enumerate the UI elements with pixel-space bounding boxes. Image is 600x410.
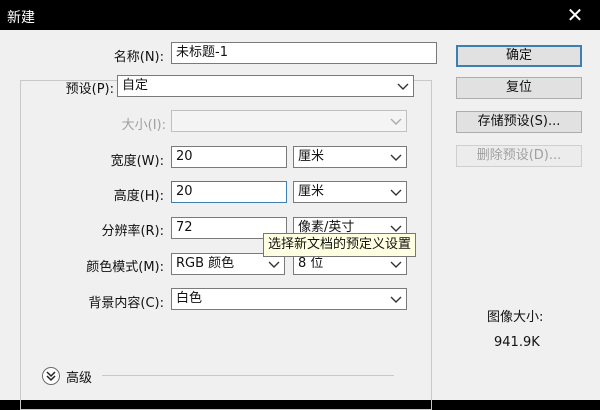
width-label: 宽度(W): bbox=[110, 154, 164, 169]
color-mode-value: RGB 颜色 bbox=[176, 256, 235, 271]
background-label: 背景内容(C): bbox=[88, 296, 164, 311]
ok-button[interactable]: 确定 bbox=[456, 45, 582, 67]
color-mode-label: 颜色模式(M): bbox=[86, 260, 164, 275]
resolution-label: 分辨率(R): bbox=[101, 224, 164, 239]
double-chevron-down-icon[interactable] bbox=[42, 367, 60, 385]
bit-depth-value: 8 位 bbox=[298, 256, 324, 271]
height-input[interactable]: 20 bbox=[171, 181, 287, 203]
title-bar: 新建 ✕ bbox=[0, 0, 600, 30]
height-unit-select[interactable]: 厘米 bbox=[293, 181, 407, 203]
chevron-down-icon bbox=[268, 258, 280, 270]
width-unit-select[interactable]: 厘米 bbox=[293, 146, 407, 168]
advanced-divider bbox=[102, 375, 394, 376]
name-label: 名称(N): bbox=[113, 50, 164, 65]
image-size-label: 图像大小: bbox=[487, 310, 544, 325]
delete-preset-button: 删除预设(D)... bbox=[456, 145, 582, 167]
size-select bbox=[171, 110, 407, 132]
chevron-down-icon bbox=[397, 80, 409, 92]
chevron-down-icon bbox=[390, 186, 402, 198]
reset-button[interactable]: 复位 bbox=[456, 77, 582, 99]
width-unit-value: 厘米 bbox=[298, 149, 325, 164]
chevron-down-icon bbox=[390, 258, 402, 270]
height-unit-value: 厘米 bbox=[298, 184, 325, 199]
background-value: 白色 bbox=[176, 291, 203, 306]
dialog-body: 名称(N): 未标题-1 预设(P): 自定 大小(I): 宽度(W): 20 … bbox=[0, 30, 600, 410]
background-select[interactable]: 白色 bbox=[171, 288, 407, 310]
save-preset-button[interactable]: 存储预设(S)... bbox=[456, 111, 582, 133]
window-title: 新建 bbox=[7, 10, 35, 26]
preset-select-value: 自定 bbox=[122, 78, 149, 93]
chevron-down-icon bbox=[390, 115, 402, 127]
preset-label: 预设(P): bbox=[65, 82, 114, 97]
chevron-down-icon bbox=[390, 293, 402, 305]
height-label: 高度(H): bbox=[113, 189, 164, 204]
size-label: 大小(I): bbox=[121, 118, 166, 133]
preset-select[interactable]: 自定 bbox=[117, 75, 414, 97]
width-input[interactable]: 20 bbox=[171, 146, 287, 168]
name-input[interactable]: 未标题-1 bbox=[171, 42, 437, 64]
advanced-label[interactable]: 高级 bbox=[66, 367, 92, 386]
image-size-value: 941.9K bbox=[494, 335, 540, 350]
chevron-down-icon bbox=[390, 151, 402, 163]
preset-tooltip: 选择新文档的预定义设置 bbox=[263, 233, 417, 257]
close-icon[interactable]: ✕ bbox=[564, 4, 586, 26]
